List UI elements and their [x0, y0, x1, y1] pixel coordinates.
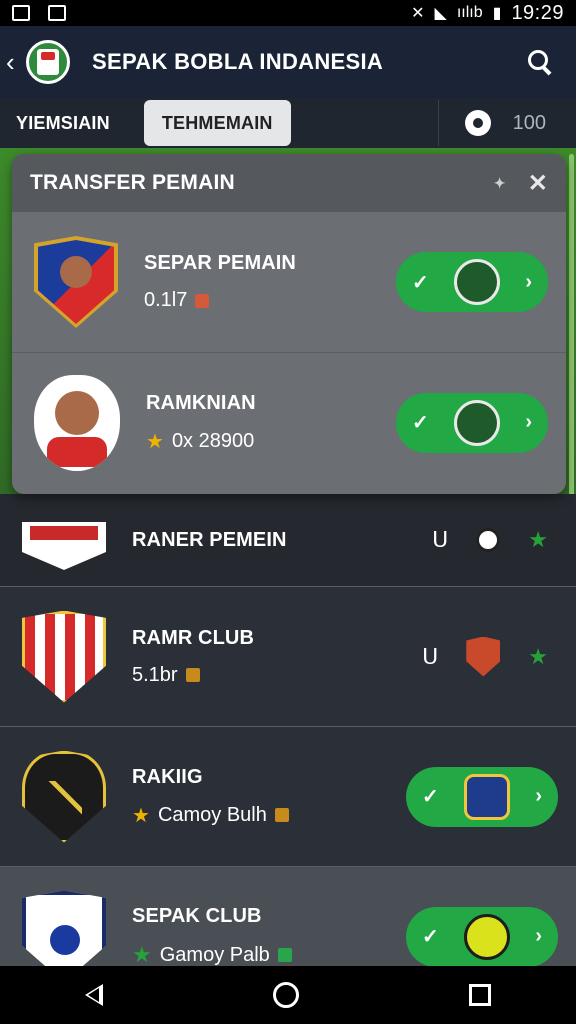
list-item-sub: 5.1br [132, 663, 178, 686]
content-area: RANER PEMEIN ᑌ ★ RAMR CLUB 5.1br ᑌ ★ RAK… [0, 148, 576, 1006]
transfer-button[interactable]: ✓ › [406, 766, 558, 827]
club-crest [22, 510, 106, 570]
flag-icon [185, 668, 200, 682]
check-icon: ✓ [412, 412, 429, 434]
list-item-name: RANER PEMEIN [132, 528, 287, 551]
star-icon: ★ [132, 942, 152, 967]
list-item-name: RAKIIG [132, 765, 203, 788]
player-crest [34, 236, 118, 328]
list-item[interactable]: RANER PEMEIN ᑌ ★ [0, 494, 576, 586]
nav-recents-icon[interactable] [469, 984, 491, 1006]
app-root: ✕ ◣ ıılıb ▮ 19:29 ‹ SEPAK BOBLA INDANESI… [0, 0, 576, 1024]
chevron-right-icon: › [535, 785, 542, 807]
check-icon: ✓ [412, 271, 429, 294]
list-item-name: SEPAK CLUB [132, 905, 262, 927]
battery-icon: ▮ [492, 5, 502, 22]
club-badge-icon [454, 259, 501, 305]
flag-icon [195, 293, 210, 308]
system-nav-bar [0, 966, 576, 1024]
gallery-icon [12, 5, 30, 21]
close-icon[interactable]: ✕ [528, 169, 548, 198]
star-icon[interactable]: ★ [528, 527, 548, 553]
nav-back-icon[interactable] [85, 984, 103, 1006]
mute-icon: ✕ [411, 5, 425, 22]
star-icon: ★ [132, 804, 150, 827]
app-logo [26, 40, 70, 84]
player-value: 0.1l7 [144, 289, 188, 311]
signal-text: ıılıb [456, 4, 483, 21]
app-bar: ‹ SEPAK BOBLA INDANESIA [0, 26, 576, 98]
player-row[interactable]: RAMKNIAN ★ 0x 28900 ✓ › [12, 352, 566, 492]
wifi-icon: ◣ [434, 5, 447, 22]
player-row[interactable]: SEPAR PEMAIN 0.1l7 ✓ › [12, 212, 566, 352]
flag-icon [274, 808, 289, 822]
star-icon[interactable]: ★ [528, 644, 548, 670]
club-badge-icon [464, 913, 511, 960]
chevron-right-icon: › [525, 270, 532, 293]
tab-yiemsiain[interactable]: YIEMSIAIN [0, 100, 126, 146]
hand-icon[interactable]: ᑌ [432, 527, 448, 553]
chevron-right-icon: › [535, 925, 542, 947]
chevron-left-icon[interactable]: ‹ [6, 47, 24, 78]
club-badge-icon [464, 773, 511, 820]
flag-icon [277, 948, 292, 962]
soccer-ball-icon[interactable] [476, 528, 501, 552]
chevron-right-icon: › [525, 411, 532, 433]
star-icon: ★ [146, 430, 164, 453]
app-title: SEPAK BOBLA INDANESIA [92, 49, 384, 74]
check-icon: ✓ [422, 786, 439, 808]
image-icon [48, 5, 66, 21]
coin-balance: 100 [437, 100, 576, 146]
club-crest [22, 610, 106, 703]
player-photo [34, 374, 120, 471]
nav-home-icon[interactable] [273, 982, 299, 1008]
transfer-button[interactable]: ✓ › [406, 906, 558, 967]
player-name: SEPAR PEMAIN [144, 252, 296, 274]
transfer-button[interactable]: ✓ › [396, 392, 548, 453]
transfer-card: TRANSFER PEMAIN ✦ ✕ SEPAR PEMAIN 0.1l7 ✓… [12, 154, 566, 494]
club-badge-icon [466, 636, 501, 677]
check-icon: ✓ [422, 926, 439, 948]
player-name: RAMKNIAN [146, 391, 256, 414]
row-actions: ᑌ ★ [432, 527, 548, 553]
list-item-sub: Camoy Bulh [157, 803, 267, 826]
club-badge-icon [454, 399, 501, 446]
list-item[interactable]: RAMR CLUB 5.1br ᑌ ★ [0, 586, 576, 726]
club-crest [22, 750, 106, 843]
tab-row: YIEMSIAIN TEHMEMAIN 100 [0, 98, 576, 148]
list-item-name: RAMR CLUB [132, 626, 254, 649]
list-item[interactable]: RAKIIG ★ Camoy Bulh ✓ › [0, 726, 576, 866]
move-icon[interactable]: ✦ [494, 175, 506, 192]
tab-tehmemain[interactable]: TEHMEMAIN [143, 100, 291, 146]
list-item-sub: Gamoy Palb [159, 943, 270, 966]
row-actions: ᑌ ★ [422, 636, 548, 677]
status-bar: ✕ ◣ ıılıb ▮ 19:29 [0, 0, 576, 26]
hand-icon[interactable]: ᑌ [422, 644, 438, 670]
clock: 19:29 [511, 1, 564, 24]
coin-icon [464, 110, 491, 136]
transfer-button[interactable]: ✓ › [396, 252, 548, 312]
player-value: 0x 28900 [171, 429, 255, 452]
card-header: TRANSFER PEMAIN ✦ ✕ [12, 154, 566, 212]
card-title: TRANSFER PEMAIN [30, 171, 235, 194]
coin-value: 100 [512, 111, 546, 134]
search-icon[interactable] [526, 48, 554, 76]
